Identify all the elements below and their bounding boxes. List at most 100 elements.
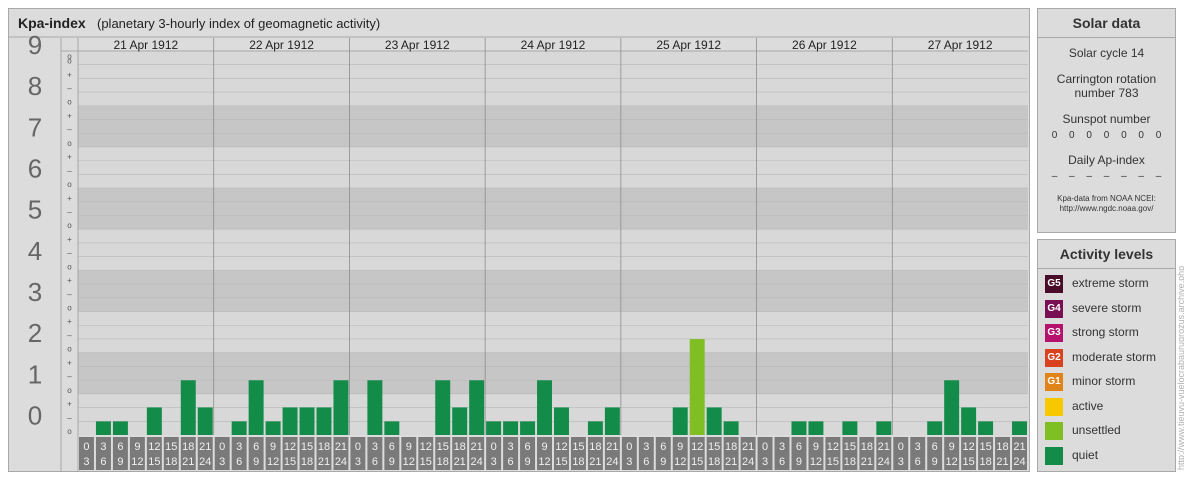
interval-end-label: 3 xyxy=(491,456,497,468)
interval-start-label: 18 xyxy=(589,441,601,453)
interval-start-label: 3 xyxy=(372,441,378,453)
level-label: strong storm xyxy=(1072,325,1139,339)
interval-start-label: 6 xyxy=(796,441,802,453)
y-minor-mark: o xyxy=(67,386,72,395)
interval-end-label: 12 xyxy=(810,456,822,468)
kp-bar xyxy=(333,380,349,435)
kp-band xyxy=(78,270,1028,312)
interval-start-label: 15 xyxy=(708,441,720,453)
level-swatch xyxy=(1045,446,1063,465)
ap-value: – xyxy=(1155,171,1162,182)
interval-end-label: 18 xyxy=(979,456,991,468)
kp-bar xyxy=(706,407,722,435)
level-swatch: G1 xyxy=(1045,373,1063,391)
interval-start-label: 12 xyxy=(284,441,296,453)
kp-bar xyxy=(554,407,569,435)
sunspot-value: 0 xyxy=(1103,130,1110,141)
interval-end-label: 3 xyxy=(355,456,361,468)
source-line-1: Kpa-data from NOAA NCEI: xyxy=(1057,194,1156,203)
interval-end-label: 3 xyxy=(898,456,904,468)
day-label: 22 Apr 1912 xyxy=(249,38,314,52)
interval-end-label: 3 xyxy=(762,456,768,468)
y-minor-mark: + xyxy=(67,194,72,203)
level-label: minor storm xyxy=(1072,374,1136,388)
y-minor-mark: + xyxy=(67,235,72,244)
y-minor-mark: + xyxy=(67,358,72,367)
interval-start-label: 9 xyxy=(949,441,955,453)
y-minor-mark: o xyxy=(67,262,72,271)
interval-end-label: 6 xyxy=(643,456,649,468)
y-minor-mark: + xyxy=(67,276,72,285)
level-label: active xyxy=(1072,398,1104,413)
interval-end-label: 15 xyxy=(148,456,160,468)
interval-start-label: 12 xyxy=(963,441,975,453)
interval-start-label: 21 xyxy=(471,441,483,453)
interval-end-label: 24 xyxy=(742,456,754,468)
kp-bar xyxy=(672,407,688,435)
kp-bar xyxy=(248,380,264,435)
y-minor-mark: – xyxy=(67,372,72,381)
interval-end-label: 24 xyxy=(199,456,211,468)
interval-start-label: 12 xyxy=(827,441,839,453)
y-tick-label: 6 xyxy=(28,153,42,183)
interval-start-label: 12 xyxy=(691,441,703,453)
kp-band-top xyxy=(78,51,1028,65)
kp-bar xyxy=(537,380,552,435)
ap-value: – xyxy=(1051,171,1058,182)
y-minor-mark: + xyxy=(67,70,72,79)
interval-end-label: 21 xyxy=(589,456,601,468)
level-label: extreme storm xyxy=(1072,276,1149,290)
interval-start-label: 21 xyxy=(878,441,890,453)
carrington-line-1: Carrington rotation xyxy=(1056,72,1157,86)
solar-data-panel: Solar data Solar cycle 14 Carrington rot… xyxy=(1037,8,1176,233)
sunspot-values: 0 0 0 0 0 0 0 xyxy=(1038,130,1175,141)
level-swatch xyxy=(1045,422,1063,440)
interval-start-label: 9 xyxy=(406,441,412,453)
kp-bar xyxy=(587,421,603,435)
interval-start-label: 15 xyxy=(844,441,856,453)
interval-end-label: 6 xyxy=(779,456,785,468)
interval-start-label: 12 xyxy=(555,441,567,453)
interval-end-label: 9 xyxy=(524,456,530,468)
interval-start-label: 18 xyxy=(182,441,194,453)
sunspot-value: 0 xyxy=(1051,130,1058,141)
day-label: 24 Apr 1912 xyxy=(521,38,586,52)
kp-bar xyxy=(367,380,383,435)
sunspot-value: 0 xyxy=(1121,130,1127,141)
interval-start-label: 21 xyxy=(742,441,754,453)
kp-bar xyxy=(1012,421,1027,435)
y-minor-mark: o xyxy=(67,345,72,354)
y-minor-mark: – xyxy=(67,331,72,340)
interval-start-label: 3 xyxy=(508,441,514,453)
level-label: moderate storm xyxy=(1072,349,1157,364)
kp-bar xyxy=(723,421,739,435)
interval-start-label: 18 xyxy=(861,441,873,453)
y-minor-mark: o xyxy=(67,52,72,61)
interval-start-label: 0 xyxy=(219,441,225,453)
interval-end-label: 6 xyxy=(508,456,514,468)
interval-end-label: 21 xyxy=(996,456,1008,468)
y-minor-mark: o xyxy=(67,139,72,148)
y-minor-mark: + xyxy=(67,400,72,409)
activity-levels-title: Activity levels xyxy=(1038,240,1175,269)
kp-bar xyxy=(231,421,247,435)
activity-levels-panel: Activity levels G5 extreme storm G4 severe … xyxy=(1037,239,1176,472)
interval-end-label: 9 xyxy=(117,456,123,468)
interval-start-label: 9 xyxy=(270,441,276,453)
interval-end-label: 15 xyxy=(284,456,296,468)
interval-end-label: 12 xyxy=(674,456,686,468)
kpa-bar-chart: 0123456789o–+o–+o–+o–+o–+o–+o–+o–+o–+oo2… xyxy=(9,30,1029,471)
interval-start-label: 18 xyxy=(725,441,737,453)
interval-end-label: 21 xyxy=(454,456,466,468)
interval-end-label: 18 xyxy=(437,456,449,468)
day-label: 27 Apr 1912 xyxy=(928,38,993,52)
interval-end-label: 15 xyxy=(691,456,703,468)
ap-value: – xyxy=(1121,171,1127,182)
interval-end-label: 21 xyxy=(318,456,330,468)
kp-band xyxy=(78,64,1028,106)
y-tick-label: 1 xyxy=(28,359,42,389)
interval-end-label: 24 xyxy=(471,456,483,468)
y-tick-label: 0 xyxy=(28,400,42,430)
interval-end-label: 15 xyxy=(827,456,839,468)
y-minor-mark: + xyxy=(67,111,72,120)
